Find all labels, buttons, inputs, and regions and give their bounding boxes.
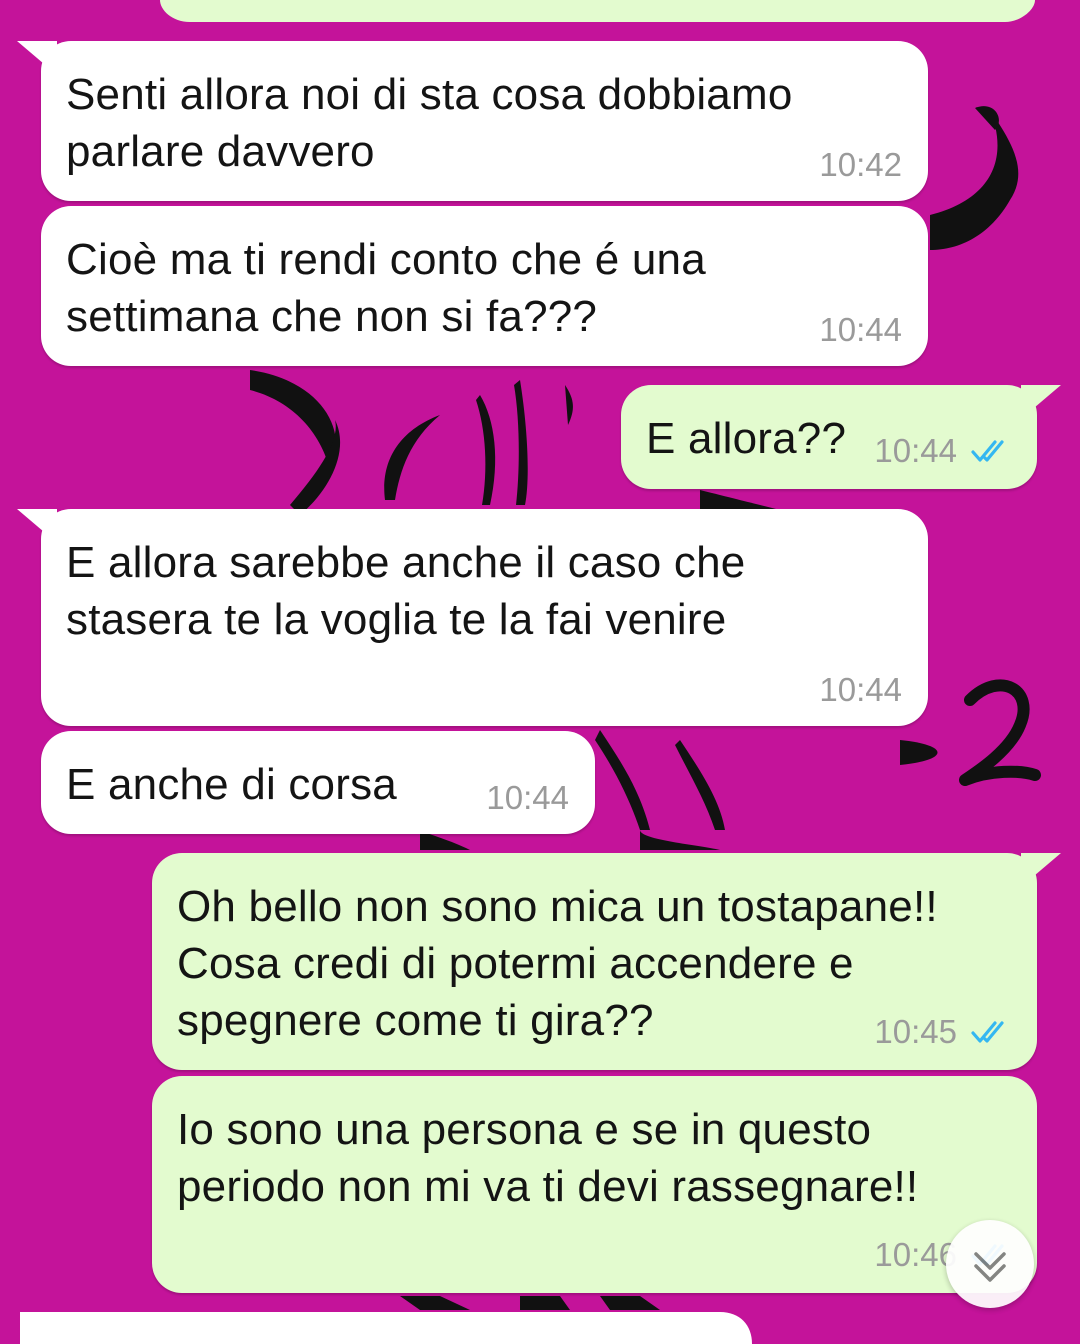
chat-area[interactable]: Senti allora noi di sta cosa dobbiamo pa… xyxy=(0,0,1080,1344)
message-bubble-outgoing[interactable]: Oh bello non sono mica un tostapane!! Co… xyxy=(152,853,1061,1070)
message-bubble-incoming[interactable]: E allora sarebbe anche il caso che stase… xyxy=(17,509,928,726)
double-check-read-icon xyxy=(971,1021,1004,1043)
double-check-read-icon xyxy=(971,440,1004,462)
bubble-tail xyxy=(17,509,57,543)
bubble-tail xyxy=(1021,853,1061,887)
message-bubble-incoming[interactable]: Cioè ma ti rendi conto che é una settima… xyxy=(41,206,928,366)
chevron-down-icon xyxy=(974,1252,1006,1282)
message-bubble-outgoing[interactable]: E allora?? 10:44 xyxy=(621,385,1061,489)
message-time: 10:44 xyxy=(874,432,957,469)
message-meta: 10:44 xyxy=(486,778,569,818)
message-time: 10:46 xyxy=(874,1236,957,1273)
message-time: 10:44 xyxy=(819,311,902,348)
message-time: 10:44 xyxy=(819,671,902,708)
message-text: Cioè ma ti rendi conto che é una settima… xyxy=(66,235,706,341)
message-text: Senti allora noi di sta cosa dobbiamo pa… xyxy=(66,70,793,176)
message-bubble-incoming[interactable]: E anche di corsa 10:44 xyxy=(41,731,595,834)
message-meta: 10:44 xyxy=(819,670,902,710)
message-text: Io sono una persona e se in questo perio… xyxy=(177,1105,919,1211)
message-time: 10:44 xyxy=(486,779,569,816)
message-time: 10:45 xyxy=(874,1013,957,1050)
bubble-tail xyxy=(1021,385,1061,419)
message-meta: 10:42 xyxy=(819,145,902,185)
message-text: E allora sarebbe anche il caso che stase… xyxy=(66,538,746,644)
message-meta: 10:44 xyxy=(874,431,1015,471)
bubble-tail xyxy=(17,41,57,75)
message-meta: 10:44 xyxy=(819,310,902,350)
message-bubble-outgoing[interactable]: Io sono una persona e se in questo perio… xyxy=(152,1076,1037,1293)
message-bubble-incoming[interactable]: Senti allora noi di sta cosa dobbiamo pa… xyxy=(17,41,928,201)
scroll-to-bottom-button[interactable] xyxy=(946,1220,1034,1308)
message-time: 10:42 xyxy=(819,146,902,183)
message-meta: 10:45 xyxy=(874,1012,1015,1052)
